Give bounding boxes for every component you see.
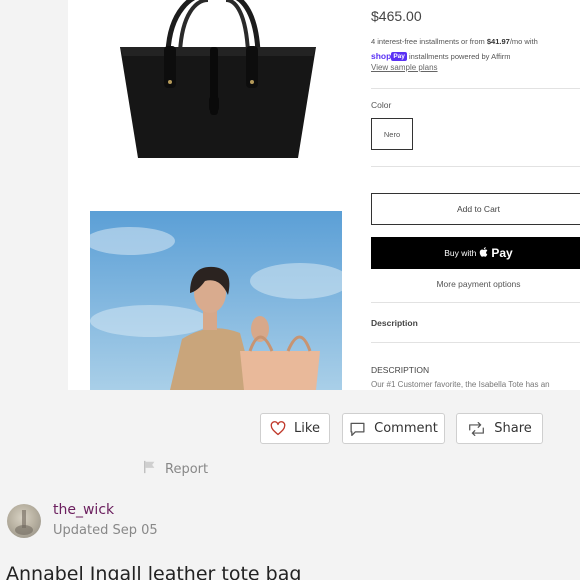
more-payment-options-link[interactable]: More payment options: [371, 279, 580, 289]
add-to-cart-button[interactable]: Add to Cart: [371, 193, 580, 225]
installments-powered: installments powered by Affirm: [406, 52, 511, 61]
like-button[interactable]: Like: [260, 413, 330, 444]
updated-date: Updated Sep 05: [53, 523, 158, 538]
like-label: Like: [294, 421, 320, 436]
installments-suffix: /mo with: [509, 37, 538, 46]
shop-pay-badge: Pay: [391, 52, 407, 61]
view-sample-plans-link[interactable]: View sample plans: [371, 63, 438, 72]
report-link[interactable]: Report: [143, 460, 208, 478]
divider: [371, 342, 580, 343]
installments-prefix: 4 interest-free installments or from: [371, 37, 487, 46]
comment-button[interactable]: Comment: [342, 413, 445, 444]
buy-with-label: Buy with: [444, 248, 477, 258]
shop-pay-shop: shop: [371, 51, 392, 61]
listing-page: $465.00 4 interest-free installments or …: [0, 0, 580, 580]
share-button[interactable]: Share: [456, 413, 543, 444]
description-heading: Description: [371, 318, 418, 328]
repost-icon: [467, 421, 486, 436]
shop-pay-logo: shop Pay: [371, 51, 407, 61]
product-screenshot: $465.00 4 interest-free installments or …: [68, 0, 580, 390]
author-username[interactable]: the_wick: [53, 502, 114, 518]
comment-icon: [349, 421, 366, 437]
installments-amount: $41.97: [486, 37, 510, 46]
product-price: $465.00: [371, 8, 422, 24]
color-option-nero[interactable]: Nero: [371, 118, 413, 150]
black-tote-photo: [108, 0, 328, 170]
share-label: Share: [494, 421, 532, 436]
comment-label: Comment: [374, 421, 438, 436]
divider: [371, 166, 580, 167]
avatar[interactable]: [7, 504, 41, 538]
color-label: Color: [371, 100, 392, 110]
divider: [371, 88, 580, 89]
buy-with-apple-pay-button[interactable]: Buy with Pay: [371, 237, 580, 269]
apple-pay-label: Pay: [491, 246, 513, 260]
report-label: Report: [165, 461, 209, 477]
model-with-tote-photo: [90, 211, 342, 390]
flag-icon: [143, 460, 157, 478]
listing-title: Annabel Ingall leather tote bag: [6, 563, 302, 580]
apple-icon: [479, 246, 488, 260]
installments-info: 4 interest-free installments or from $41…: [371, 35, 580, 64]
description-text: Our #1 Customer favorite, the Isabella T…: [371, 380, 550, 389]
description-caps-heading: DESCRIPTION: [371, 365, 430, 375]
heart-icon: [270, 421, 286, 436]
divider: [371, 302, 580, 303]
